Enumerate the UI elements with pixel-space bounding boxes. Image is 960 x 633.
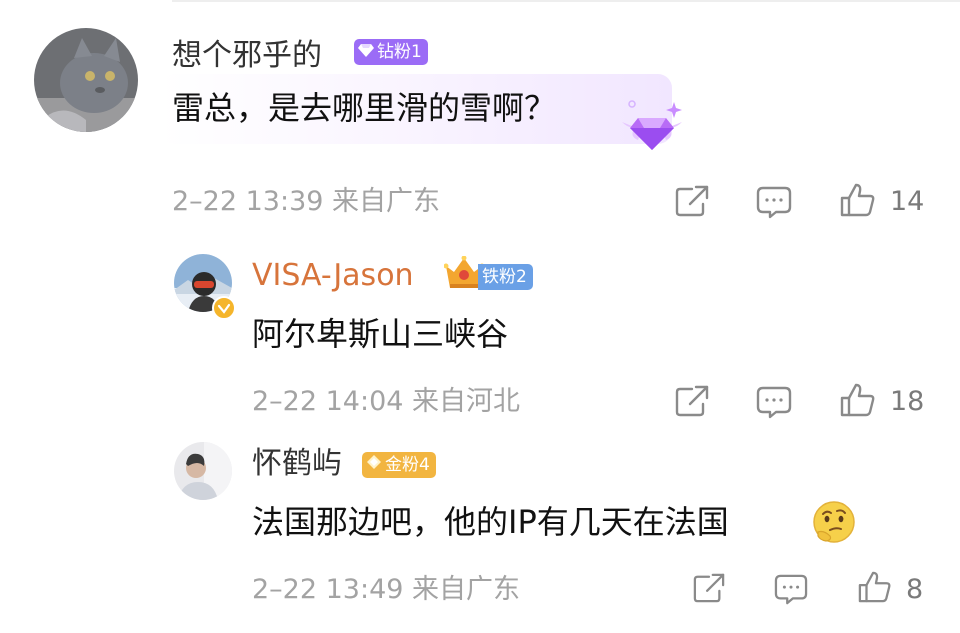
like-count: 18 (890, 386, 925, 417)
like-icon[interactable] (858, 570, 892, 604)
like-count: 14 (890, 186, 925, 217)
share-icon[interactable] (674, 384, 710, 418)
fan-badge-label: 金粉4 (385, 455, 430, 475)
comment-icon[interactable] (756, 185, 792, 219)
like-icon[interactable] (840, 182, 876, 218)
like-icon[interactable] (840, 382, 876, 418)
fan-badge[interactable]: 铁粉2 (478, 264, 533, 290)
comment-meta: 2–22 13:49 来自广东 (252, 574, 521, 605)
comment-text[interactable]: 法国那边吧，他的IP有几天在法国 (252, 500, 729, 544)
fan-badge-label: 铁粉2 (482, 267, 527, 287)
comment-text[interactable]: 雷总，是去哪里滑的雪啊？ (172, 86, 556, 130)
comment-icon[interactable] (756, 385, 792, 419)
avatar-portrait[interactable] (174, 442, 232, 500)
verified-badge-icon (212, 296, 236, 320)
fan-badge[interactable]: 金粉4 (362, 452, 436, 478)
diamond-fan-decoration-icon (616, 96, 688, 160)
like-count: 8 (906, 574, 924, 605)
comment-username[interactable]: VISA-Jason (252, 256, 414, 296)
share-icon[interactable] (674, 184, 710, 218)
fan-badge[interactable]: 钻粉1 (354, 39, 428, 65)
top-divider (172, 0, 960, 2)
comment-meta: 2–22 13:39 来自广东 (172, 186, 441, 217)
comment-meta: 2–22 14:04 来自河北 (252, 386, 521, 417)
comment-username[interactable]: 怀鹤屿 (252, 444, 342, 484)
fan-badge-label: 钻粉1 (377, 42, 422, 62)
diamond-icon (358, 39, 374, 65)
comment-icon[interactable] (774, 573, 808, 605)
avatar-cat[interactable] (34, 28, 138, 132)
gold-diamond-icon (366, 452, 382, 478)
share-icon[interactable] (692, 572, 726, 604)
comment-username[interactable]: 想个邪乎的 (172, 36, 322, 76)
comment-text[interactable]: 阿尔卑斯山三峡谷 (252, 312, 508, 356)
thinking-face-emoji-icon (810, 498, 858, 550)
